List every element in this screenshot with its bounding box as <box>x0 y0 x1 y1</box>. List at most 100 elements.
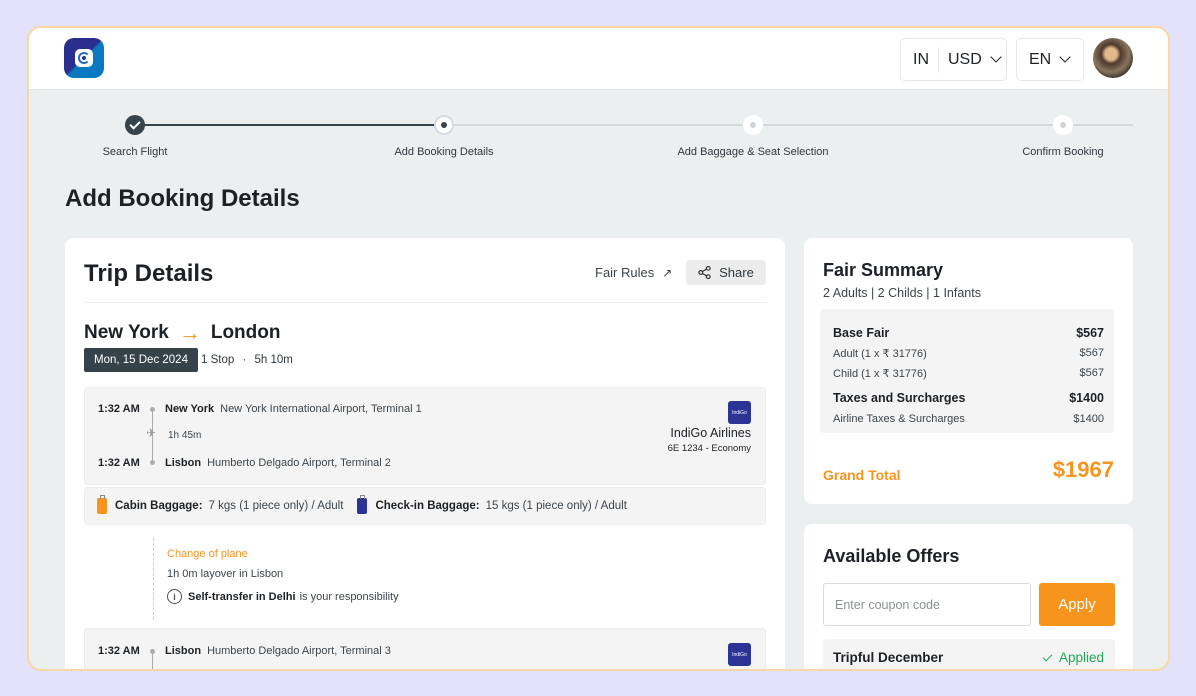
flight-segment: 1:32 AM ✈ New York New York International… <box>84 387 766 485</box>
step-2-active-icon[interactable] <box>434 115 454 135</box>
depart-time: 1:32 AM <box>98 403 140 415</box>
trip-details-card: Trip Details Fair Rules ↗ Share New York… <box>65 238 785 669</box>
language-selector[interactable]: EN <box>1016 38 1084 81</box>
share-icon <box>698 266 711 279</box>
stop-info: 1 Stop · 5h 10m <box>201 354 293 366</box>
currency-selector[interactable]: IN USD <box>900 38 1007 81</box>
offers-title: Available Offers <box>823 546 960 566</box>
layover-duration: 1h 0m layover in Lisbon <box>167 568 284 580</box>
fare-value: $1400 <box>1069 391 1104 405</box>
arrow-right-icon: → <box>178 320 201 345</box>
arrive-time: 1:32 AM <box>98 457 140 469</box>
offer-status-label: Applied <box>1058 650 1104 665</box>
grand-total-value: $1967 <box>1052 457 1114 482</box>
offer-item[interactable]: Tripful December Applied <box>823 639 1115 669</box>
stops-count: 1 Stop <box>201 354 235 366</box>
currency-code: USD <box>948 50 982 68</box>
arrive-city: Lisbon <box>165 457 202 469</box>
fare-value: $567 <box>1079 347 1104 359</box>
step-remaining-line <box>445 124 1133 126</box>
fare-label: Airline Taxes & Surcharges <box>833 413 965 425</box>
fair-summary-title: Fair Summary <box>823 260 944 280</box>
depart-city: Lisbon <box>165 645 202 657</box>
arrive-airport: Humberto Delgado Airport, Terminal 2 <box>207 457 391 469</box>
step-1-done-icon[interactable] <box>125 115 145 135</box>
self-transfer-text: is your responsibility <box>299 590 399 603</box>
share-button[interactable]: Share <box>686 260 766 285</box>
timeline-dot <box>150 460 155 465</box>
trip-details-title: Trip Details <box>84 260 214 287</box>
cabin-baggage-label: Cabin Baggage: <box>115 500 203 512</box>
step-label: Add Baggage & Seat Selection <box>677 146 829 158</box>
coupon-code-input[interactable] <box>823 583 1031 626</box>
fare-label: Child (1 x ₹ 31776) <box>833 368 927 380</box>
depart-location: New York New York International Airport, … <box>165 403 422 415</box>
app-logo-icon[interactable] <box>64 38 104 78</box>
depart-city: New York <box>165 403 215 415</box>
depart-airport: New York International Airport, Terminal… <box>220 403 422 415</box>
cabin-baggage-value: 7 kgs (1 piece only) / Adult <box>208 500 344 512</box>
top-bar: IN USD EN <box>29 28 1168 90</box>
passenger-count: 2 Adults | 2 Childs | 1 Infants <box>823 286 981 300</box>
travel-date-badge: Mon, 15 Dec 2024 <box>84 348 198 372</box>
step-label: Confirm Booking <box>1022 146 1104 158</box>
apply-coupon-button[interactable]: Apply <box>1039 583 1115 626</box>
change-of-plane: Change of plane <box>167 548 248 560</box>
cabin-bag-icon <box>97 495 107 514</box>
fair-rules-link[interactable]: Fair Rules ↗ <box>595 265 672 280</box>
timeline-line <box>152 652 153 669</box>
flight-segment: 1:32 AM Lisbon Humberto Delgado Airport, … <box>84 628 766 669</box>
user-avatar[interactable] <box>1093 38 1133 78</box>
language-code: EN <box>1029 50 1052 68</box>
info-icon: i <box>167 589 182 604</box>
page-title: Add Booking Details <box>65 185 300 212</box>
fare-label: Adult (1 x ₹ 31776) <box>833 348 927 360</box>
external-link-icon: ↗ <box>662 265 673 280</box>
app-frame: IN USD EN Search Flight Add Booking Deta… <box>27 26 1170 671</box>
checkin-baggage-label: Check-in Baggage: <box>375 500 480 512</box>
fare-value: $1400 <box>1073 413 1104 425</box>
fare-row: Airline Taxes & Surcharges $1400 <box>833 413 1104 425</box>
self-transfer-notice: i Self-transfer in Delhi is your respons… <box>167 589 399 604</box>
step-4-icon[interactable] <box>1053 115 1073 135</box>
chevron-down-icon <box>990 51 1002 63</box>
checkin-bag-icon <box>357 495 368 514</box>
step-progress-line <box>135 124 445 126</box>
fare-row: Base Fair $567 <box>833 326 1104 340</box>
fare-label: Base Fair <box>833 326 890 340</box>
total-duration: 5h 10m <box>254 354 293 366</box>
depart-time: 1:32 AM <box>98 645 140 657</box>
offer-status: Applied <box>1042 650 1104 665</box>
fare-value: $567 <box>1076 326 1104 340</box>
chevron-down-icon <box>1059 51 1071 63</box>
segment-duration: 1h 45m <box>168 430 202 441</box>
country-code: IN <box>913 50 929 68</box>
fare-label: Taxes and Surcharges <box>833 391 966 405</box>
airline-logo-icon: IndiGo <box>728 643 751 666</box>
origin-city: New York <box>84 322 169 343</box>
fair-rules-label: Fair Rules <box>595 265 655 280</box>
booking-stepper: Search Flight Add Booking Details Add Ba… <box>29 90 1168 170</box>
fare-value: $567 <box>1079 367 1104 379</box>
self-transfer-bold: Self-transfer in Delhi <box>188 590 296 603</box>
divider <box>84 302 766 303</box>
step-label: Search Flight <box>102 146 168 158</box>
airline-name: IndiGo Airlines <box>670 426 751 440</box>
layover-info: Change of plane 1h 0m layover in Lisbon … <box>153 538 399 620</box>
fair-summary-card: Fair Summary 2 Adults | 2 Childs | 1 Inf… <box>804 238 1133 504</box>
fare-breakdown: Base Fair $567 Adult (1 x ₹ 31776) $567 Ch… <box>820 309 1114 433</box>
offer-name: Tripful December <box>833 650 944 665</box>
step-label: Add Booking Details <box>394 146 494 158</box>
fare-row: Adult (1 x ₹ 31776) $567 <box>833 347 1104 360</box>
divider <box>938 46 939 73</box>
destination-city: London <box>210 322 281 343</box>
arrive-location: Lisbon Humberto Delgado Airport, Terminal… <box>165 457 391 469</box>
route-heading: New York → London <box>84 320 280 346</box>
separator-dot: · <box>242 354 247 366</box>
step-3-icon[interactable] <box>743 115 763 135</box>
plane-icon: ✈ <box>146 426 157 440</box>
grand-total-label: Grand Total <box>823 467 901 483</box>
fare-row: Taxes and Surcharges $1400 <box>833 391 1104 405</box>
baggage-info: Cabin Baggage: 7 kgs (1 piece only) / Ad… <box>84 487 766 525</box>
fare-row: Child (1 x ₹ 31776) $567 <box>833 367 1104 380</box>
